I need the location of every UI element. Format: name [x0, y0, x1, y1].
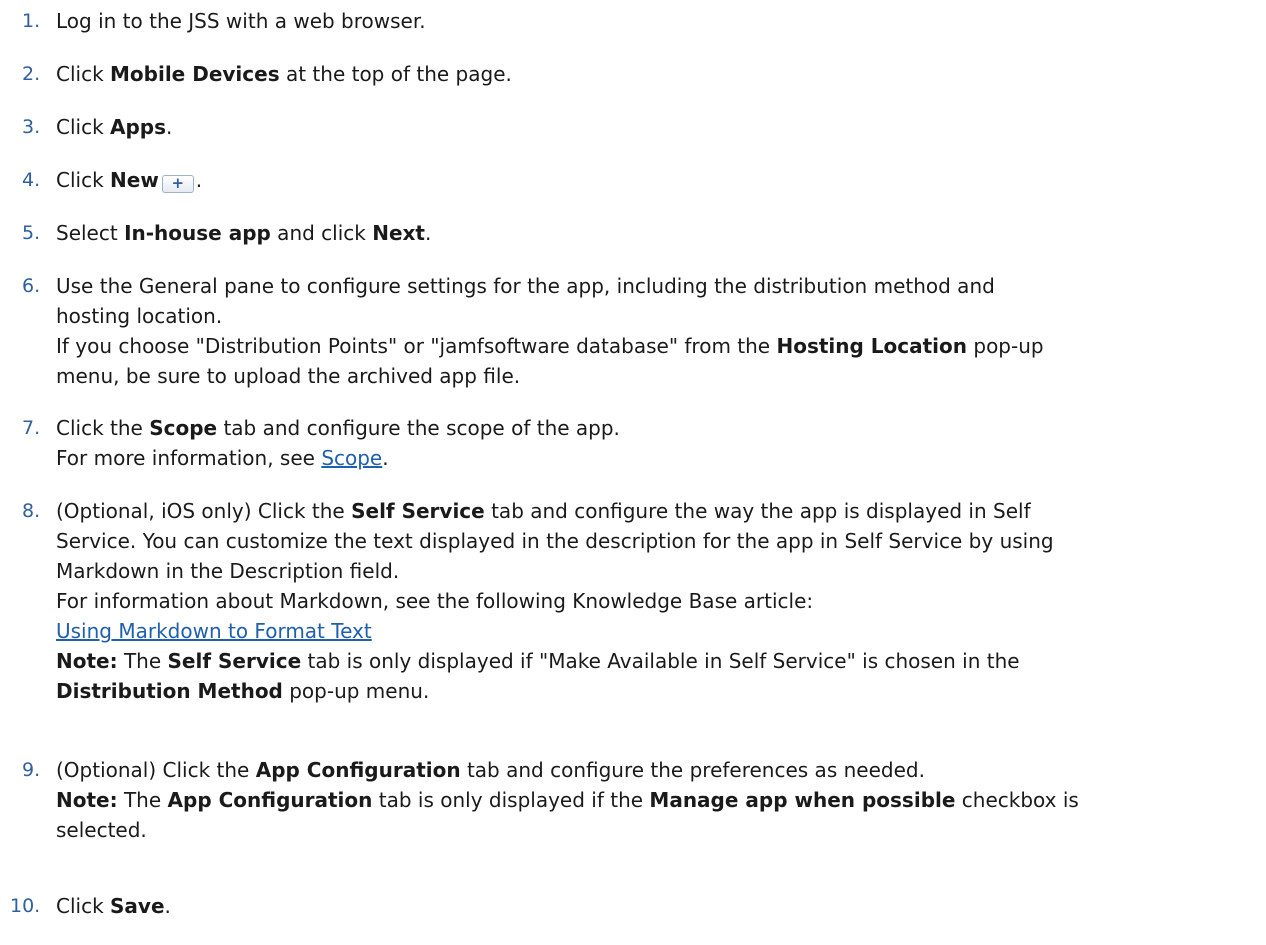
ui-term: Distribution Method: [56, 679, 283, 703]
text: .: [195, 168, 203, 192]
new-plus-button-icon: +: [161, 175, 194, 193]
text: Click: [56, 115, 111, 139]
text-line: Markdown in the Description field.: [56, 559, 400, 583]
scope-link[interactable]: Scope: [321, 446, 382, 470]
step-number: 6.: [22, 275, 41, 297]
text-line: For more information, see Scope.: [56, 443, 1264, 473]
step-number: 3.: [22, 116, 41, 138]
step-number: 7.: [22, 417, 41, 439]
text: tab is only displayed if "Make Available…: [301, 649, 1020, 673]
text: Click: [56, 168, 111, 192]
note-label: Note:: [56, 649, 118, 673]
text-line: Using Markdown to Format Text: [56, 616, 1264, 646]
step-number: 4.: [22, 169, 41, 191]
note-line: Note: The Self Service tab is only displ…: [56, 646, 1264, 676]
step-text: (Optional) Click the App Configuration t…: [56, 755, 1264, 845]
text: (Optional) Click the: [56, 758, 256, 782]
text: (Optional, iOS only) Click the: [56, 499, 352, 523]
text: tab and configure the scope of the app.: [217, 416, 620, 440]
step-number: 1.: [22, 10, 41, 32]
markdown-kb-link[interactable]: Using Markdown to Format Text: [56, 619, 372, 643]
text: pop-up: [967, 334, 1044, 358]
text: .: [424, 221, 432, 245]
note-label: Note:: [56, 788, 118, 812]
text: at the top of the page.: [279, 62, 512, 86]
ui-term: Scope: [149, 416, 218, 440]
ui-term: In-house app: [124, 221, 271, 245]
text: .: [166, 115, 173, 139]
ui-term: App Configuration: [167, 788, 373, 812]
ui-term: Mobile Devices: [110, 62, 280, 86]
step-number: 9.: [22, 759, 41, 781]
ui-term: Apps: [110, 115, 167, 139]
text-line: (Optional, iOS only) Click the Self Serv…: [56, 496, 1264, 526]
ui-term: Hosting Location: [776, 334, 968, 358]
text-line: hosting location.: [56, 304, 223, 328]
text: tab is only displayed if the: [372, 788, 650, 812]
step-number: 10.: [10, 895, 41, 917]
step-text: Log in to the JSS with a web browser.: [56, 6, 1264, 36]
ui-term: Self Service: [167, 649, 302, 673]
step-text: (Optional, iOS only) Click the Self Serv…: [56, 496, 1264, 706]
step-text: Click New +.: [56, 165, 1264, 195]
ui-term: Self Service: [351, 499, 485, 523]
text: Click: [56, 62, 111, 86]
step-text: Click Mobile Devices at the top of the p…: [56, 59, 1264, 89]
text-line: Distribution Method pop-up menu.: [56, 676, 1264, 706]
text: Select: [56, 221, 125, 245]
step-text: Click the Scope tab and configure the sc…: [56, 413, 1264, 473]
ui-term: Next: [372, 221, 425, 245]
ui-term: Manage app when possible: [649, 788, 956, 812]
text: checkbox is: [955, 788, 1079, 812]
text-line: If you choose "Distribution Points" or "…: [56, 331, 1264, 361]
text-line: Click the Scope tab and configure the sc…: [56, 413, 1264, 443]
step-number: 8.: [22, 500, 41, 522]
ui-term: Save: [110, 894, 165, 918]
text-line: menu, be sure to upload the archived app…: [56, 364, 521, 388]
text: tab and configure the preferences as nee…: [460, 758, 925, 782]
note-line: Note: The App Configuration tab is only …: [56, 785, 1264, 815]
text-line: Use the General pane to configure settin…: [56, 274, 995, 298]
step-text: Click Save.: [56, 891, 1264, 921]
text-line: Service. You can customize the text disp…: [56, 529, 1054, 553]
step-1-text: Log in to the JSS with a web browser.: [56, 9, 426, 33]
step-number: 5.: [22, 222, 41, 244]
text: The: [117, 649, 168, 673]
text: If you choose "Distribution Points" or "…: [56, 334, 777, 358]
text: For more information, see: [56, 446, 322, 470]
text: The: [117, 788, 168, 812]
text-line: selected.: [56, 818, 147, 842]
text: .: [164, 894, 171, 918]
step-text: Select In-house app and click Next.: [56, 218, 1264, 248]
ui-term: New: [110, 168, 159, 192]
ui-term: App Configuration: [255, 758, 461, 782]
text: Click the: [56, 416, 150, 440]
text-line: For information about Markdown, see the …: [56, 589, 814, 613]
step-number: 2.: [22, 63, 41, 85]
step-text: Use the General pane to configure settin…: [56, 271, 1264, 391]
text: .: [382, 446, 389, 470]
text: and click: [270, 221, 373, 245]
text: Click: [56, 894, 111, 918]
text: tab and configure the way the app is dis…: [484, 499, 1031, 523]
step-text: Click Apps.: [56, 112, 1264, 142]
text: pop-up menu.: [282, 679, 430, 703]
text-line: (Optional) Click the App Configuration t…: [56, 755, 1264, 785]
